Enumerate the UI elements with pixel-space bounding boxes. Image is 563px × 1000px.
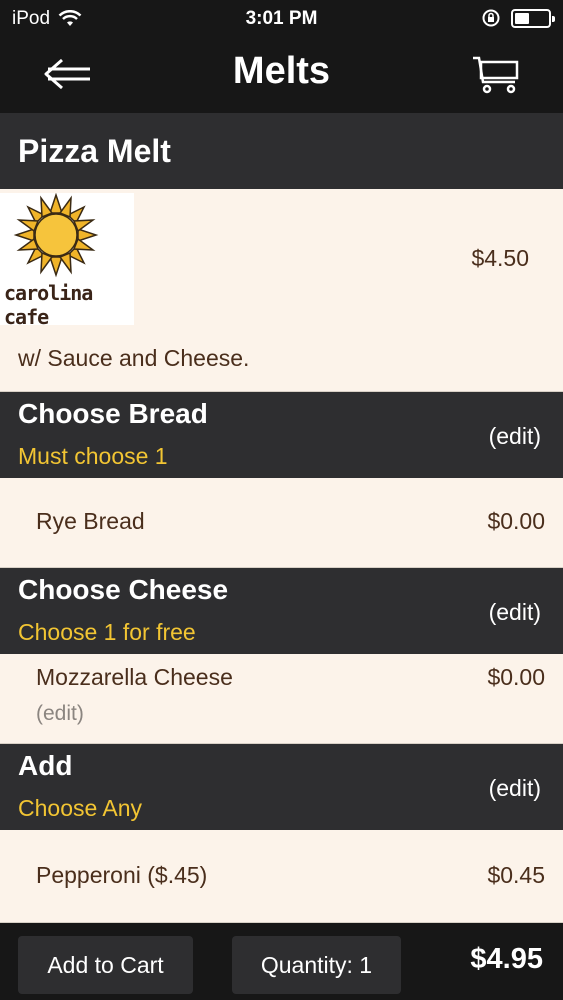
option-row-mozzarella[interactable]: Mozzarella Cheese $0.00 (edit) bbox=[0, 654, 563, 744]
option-row-pepperoni[interactable]: Pepperoni ($.45) $0.45 bbox=[0, 830, 563, 923]
status-bar: iPod 3:01 PM bbox=[0, 0, 563, 38]
option-name: Rye Bread bbox=[36, 508, 145, 534]
option-name: Pepperoni ($.45) bbox=[36, 862, 208, 888]
cart-icon bbox=[473, 56, 519, 94]
group-requirement: Must choose 1 bbox=[18, 443, 168, 469]
edit-cheese-link[interactable]: (edit) bbox=[489, 599, 541, 626]
item-detail-content[interactable]: Pizza Melt carolina cafe $4.50 w/ Sauce … bbox=[0, 113, 563, 923]
edit-bread-link[interactable]: (edit) bbox=[489, 423, 541, 450]
option-row-rye-bread[interactable]: Rye Bread $0.00 bbox=[0, 478, 563, 568]
option-price: $0.00 bbox=[487, 508, 545, 534]
group-requirement: Choose 1 for free bbox=[18, 619, 196, 645]
status-time: 3:01 PM bbox=[245, 8, 318, 29]
group-header-cheese: Choose Cheese Choose 1 for free (edit) bbox=[0, 568, 563, 654]
edit-add-link[interactable]: (edit) bbox=[489, 775, 541, 802]
group-header-bread: Choose Bread Must choose 1 (edit) bbox=[0, 392, 563, 478]
battery-icon bbox=[511, 8, 555, 28]
bottom-bar: Add to Cart Quantity: 1 $4.95 bbox=[0, 923, 563, 1000]
group-title: Choose Bread bbox=[18, 398, 208, 429]
cart-button[interactable] bbox=[471, 52, 523, 96]
option-price: $0.45 bbox=[487, 862, 545, 888]
item-price: $4.50 bbox=[471, 245, 529, 271]
item-info: carolina cafe $4.50 w/ Sauce and Cheese. bbox=[0, 189, 563, 392]
nav-bar: Melts bbox=[0, 38, 563, 113]
restaurant-logo: carolina cafe bbox=[0, 193, 134, 329]
sun-logo-icon bbox=[13, 193, 99, 278]
quantity-button[interactable]: Quantity: 1 bbox=[232, 936, 401, 994]
option-name: Mozzarella Cheese bbox=[36, 664, 233, 690]
group-title: Add bbox=[18, 750, 73, 781]
group-requirement: Choose Any bbox=[18, 795, 143, 821]
item-title: Pizza Melt bbox=[0, 113, 563, 189]
rotation-lock-icon bbox=[482, 9, 500, 27]
add-to-cart-button[interactable]: Add to Cart bbox=[18, 936, 193, 994]
option-price: $0.00 bbox=[487, 664, 545, 690]
item-description: w/ Sauce and Cheese. bbox=[18, 345, 250, 371]
group-title: Choose Cheese bbox=[18, 574, 229, 605]
edit-mozzarella-link[interactable]: (edit) bbox=[36, 702, 84, 726]
order-total: $4.95 bbox=[470, 943, 543, 975]
logo-wordmark: carolina cafe bbox=[4, 281, 93, 329]
status-right-group bbox=[481, 8, 555, 28]
group-header-add: Add Choose Any (edit) bbox=[0, 744, 563, 830]
